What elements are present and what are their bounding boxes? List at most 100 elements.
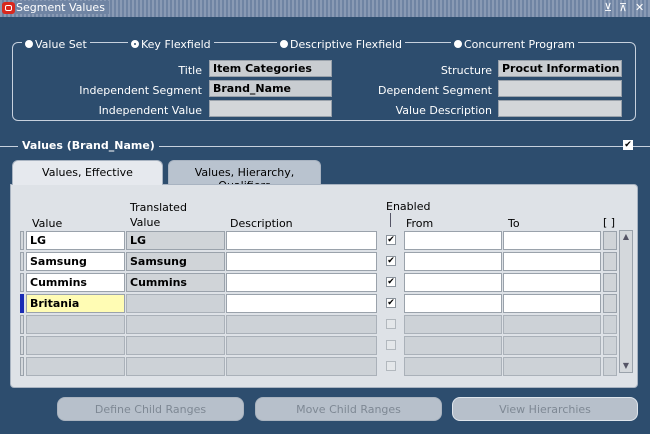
radio-key-flexfield[interactable]: Key Flexfield [128,38,214,52]
scroll-down-icon[interactable]: ▼ [621,361,631,371]
column-header-to: To [508,217,520,230]
description-cell[interactable] [226,294,377,313]
from-date-cell[interactable] [404,294,502,313]
row-selector[interactable] [20,294,24,313]
value-cell[interactable]: LG [26,231,125,250]
row-selector[interactable] [20,315,24,334]
to-date-cell[interactable] [503,294,601,313]
enabled-checkbox[interactable]: ✔ [386,256,396,266]
value-cell[interactable] [26,357,125,376]
oracle-app-icon [2,2,15,14]
enabled-checkbox[interactable]: ✔ [386,298,396,308]
independent-segment-label: Independent Segment [79,84,202,97]
enabled-checkbox[interactable]: ✔ [386,235,396,245]
description-cell[interactable] [226,252,377,271]
radio-label: Concurrent Program [464,38,575,51]
radio-concurrent-program[interactable]: Concurrent Program [451,38,578,52]
close-icon[interactable]: ✕ [635,1,644,14]
description-cell[interactable] [226,315,377,334]
independent-value-field[interactable] [209,100,332,117]
translated-value-cell[interactable] [126,315,225,334]
value-cell[interactable] [26,336,125,355]
column-header-description: Description [230,217,293,230]
enabled-checkbox[interactable] [386,361,396,371]
translated-value-cell[interactable] [126,294,225,313]
flexfield-cell[interactable] [603,231,617,250]
flexfield-cell[interactable] [603,336,617,355]
to-date-cell[interactable] [503,273,601,292]
radio-value-set[interactable]: Value Set [22,38,90,52]
radio-button-icon [280,40,288,48]
description-cell[interactable] [226,336,377,355]
row-selector[interactable] [20,357,24,376]
description-cell[interactable] [226,273,377,292]
flexfield-cell[interactable] [603,252,617,271]
radio-descriptive-flexfield[interactable]: Descriptive Flexfield [277,38,405,52]
enabled-checkbox[interactable] [386,340,396,350]
radio-label: Key Flexfield [141,38,211,51]
to-date-cell[interactable] [503,252,601,271]
title-bar[interactable]: Segment Values ⊻ ⊼ ✕ [0,0,650,17]
move-child-ranges-button[interactable]: Move Child Ranges [255,397,442,421]
translated-value-cell[interactable]: Samsung [126,252,225,271]
independent-segment-field[interactable]: Brand_Name [209,80,332,97]
title-label: Title [178,64,202,77]
translated-value-cell[interactable]: LG [126,231,225,250]
independent-value-label: Independent Value [98,104,202,117]
description-cell[interactable] [226,231,377,250]
translated-value-cell[interactable]: Cummins [126,273,225,292]
structure-field[interactable]: Procut Information [498,60,622,77]
from-date-cell[interactable] [404,273,502,292]
flexfield-cell[interactable] [603,357,617,376]
description-cell[interactable] [226,357,377,376]
radio-label: Descriptive Flexfield [290,38,402,51]
flexfield-cell[interactable] [603,273,617,292]
value-cell[interactable]: Britania [26,294,125,313]
minimize-icon[interactable]: ⊻ [604,1,612,14]
value-description-label: Value Description [395,104,492,117]
radio-label: Value Set [35,38,87,51]
from-date-cell[interactable] [404,252,502,271]
tab-values-effective[interactable]: Values, Effective [12,160,163,185]
window-title: Segment Values [16,1,109,14]
tab-values-hierarchy-qualifiers[interactable]: Values, Hierarchy, Qualifiers [168,160,321,192]
to-date-cell[interactable] [503,315,601,334]
to-date-cell[interactable] [503,357,601,376]
title-field[interactable]: Item Categories [209,60,332,77]
structure-label: Structure [440,64,492,77]
value-cell[interactable]: Cummins [26,273,125,292]
row-selector[interactable] [20,252,24,271]
row-selector[interactable] [20,336,24,355]
from-date-cell[interactable] [404,315,502,334]
column-header-flexfield: [ ] [603,216,616,229]
translated-value-cell[interactable] [126,357,225,376]
maximize-icon[interactable]: ⊼ [619,1,627,14]
enabled-checkbox[interactable]: ✔ [386,277,396,287]
from-date-cell[interactable] [404,336,502,355]
radio-button-selected-icon [131,40,139,48]
column-header-from: From [406,217,434,230]
dependent-segment-field[interactable] [498,80,622,97]
to-date-cell[interactable] [503,231,601,250]
dependent-segment-label: Dependent Segment [378,84,492,97]
enabled-range-divider [390,213,391,227]
flexfield-cell[interactable] [603,315,617,334]
row-selector[interactable] [20,273,24,292]
scroll-up-icon[interactable]: ▲ [621,232,631,242]
value-cell[interactable] [26,315,125,334]
column-header-translated-value: Value [130,216,161,229]
enabled-checkbox[interactable] [386,319,396,329]
to-date-cell[interactable] [503,336,601,355]
translated-value-cell[interactable] [126,336,225,355]
radio-button-icon [25,40,33,48]
from-date-cell[interactable] [404,231,502,250]
define-child-ranges-button[interactable]: Define Child Ranges [57,397,244,421]
vertical-scrollbar[interactable]: ▲ ▼ [619,230,633,373]
flexfield-cell[interactable] [603,294,617,313]
section-checkbox[interactable]: ✔ [623,140,633,150]
view-hierarchies-button[interactable]: View Hierarchies [452,397,638,421]
value-cell[interactable]: Samsung [26,252,125,271]
row-selector[interactable] [20,231,24,250]
from-date-cell[interactable] [404,357,502,376]
value-description-field[interactable] [498,100,622,117]
